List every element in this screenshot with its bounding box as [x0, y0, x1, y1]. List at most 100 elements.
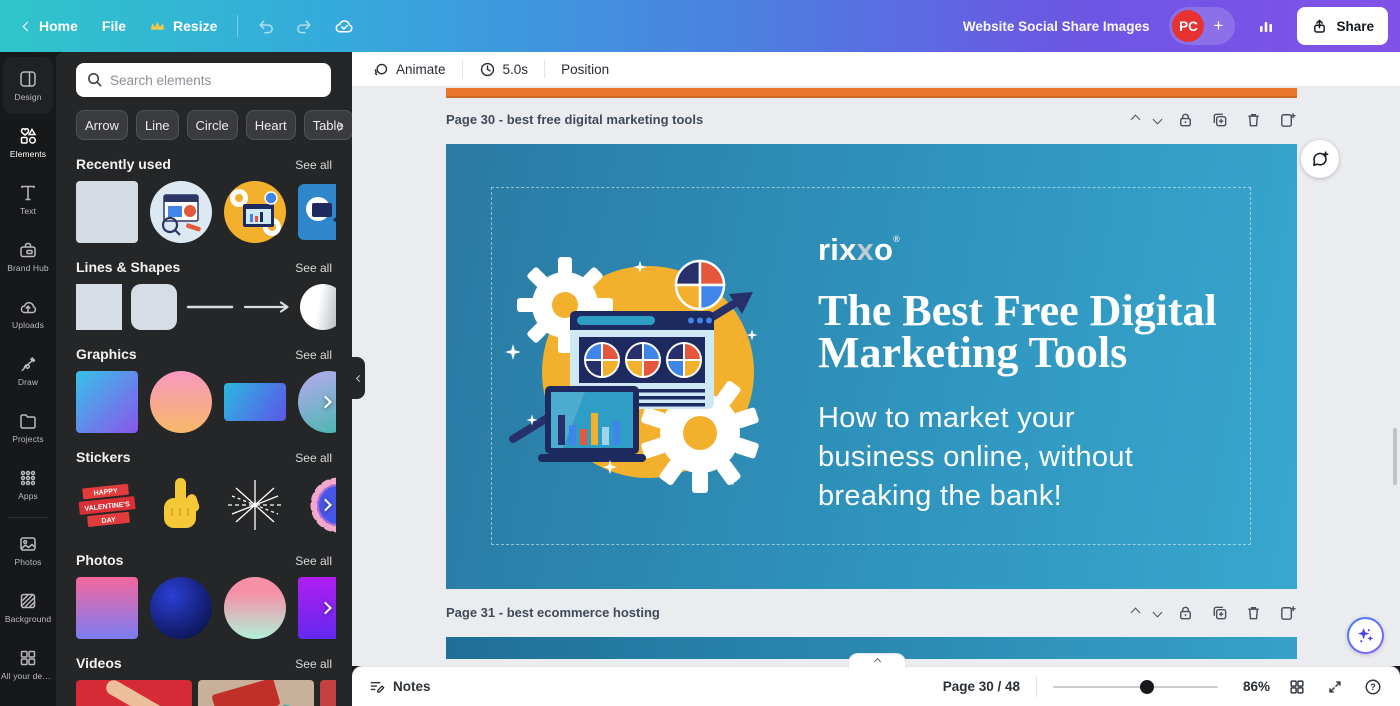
magic-assistant-button[interactable] [1347, 617, 1384, 654]
home-button[interactable]: Home [12, 10, 90, 42]
sidebar-item-all-designs[interactable]: All your desi... [0, 636, 56, 693]
sidebar-item-background[interactable]: Background [0, 579, 56, 636]
sidebar-item-text[interactable]: Text [0, 171, 56, 228]
grid-view-button[interactable] [1286, 676, 1308, 698]
resize-button[interactable]: Resize [138, 10, 229, 42]
cloud-save-button[interactable] [324, 8, 365, 45]
design-subtitle[interactable]: How to market yourbusiness online, witho… [818, 399, 1217, 516]
see-all-link[interactable]: See all [295, 261, 332, 275]
row-next-button[interactable] [321, 498, 330, 513]
sidebar-item-elements[interactable]: Elements [0, 114, 56, 171]
animate-button[interactable]: Animate [362, 55, 456, 84]
delete-page-button[interactable] [1244, 603, 1263, 622]
photo-gradient-square[interactable] [76, 577, 138, 639]
panel-collapse-button[interactable] [352, 357, 365, 399]
see-all-link[interactable]: See all [295, 451, 332, 465]
page31-title[interactable]: Page 31 - best ecommerce hosting [446, 605, 660, 620]
zoom-slider-thumb[interactable] [1140, 680, 1154, 694]
see-all-link[interactable]: See all [295, 158, 332, 172]
help-button[interactable]: ? [1362, 676, 1384, 698]
chip-heart[interactable]: Heart [246, 110, 296, 140]
duplicate-page-button[interactable] [1210, 110, 1229, 129]
move-page-up-button[interactable] [1132, 609, 1139, 616]
graphic-gradient-square[interactable] [76, 371, 138, 433]
move-page-up-button[interactable] [1132, 116, 1139, 123]
shape-circle[interactable] [300, 284, 336, 330]
video-thumb-red[interactable] [320, 680, 336, 706]
chip-line[interactable]: Line [136, 110, 179, 140]
undo-button[interactable] [246, 9, 285, 44]
chevron-right-icon [319, 396, 332, 409]
see-all-link[interactable]: See all [295, 348, 332, 362]
recent-thumb-gray-square[interactable] [76, 181, 138, 243]
design-text-block[interactable]: rixxo® The Best Free DigitalMarketing To… [818, 232, 1217, 516]
recent-thumb-blue-graphic[interactable] [298, 181, 336, 243]
recent-thumb-marketing-illustration[interactable] [224, 181, 286, 243]
share-button[interactable]: Share [1297, 7, 1388, 45]
see-all-link[interactable]: See all [295, 554, 332, 568]
shape-line[interactable] [186, 284, 234, 330]
sidebar-item-brand-hub[interactable]: Brand Hub [0, 228, 56, 285]
collapse-statusbar-button[interactable] [848, 653, 906, 668]
chip-table[interactable]: Table [304, 110, 352, 140]
see-all-link[interactable]: See all [295, 657, 332, 671]
rixxo-logo[interactable]: rixxo® [818, 232, 1217, 268]
sticker-starburst[interactable] [224, 474, 286, 536]
recent-thumb-seo-illustration[interactable] [150, 181, 212, 243]
position-button[interactable]: Position [551, 56, 619, 83]
move-page-down-button[interactable] [1154, 609, 1161, 616]
add-page-button[interactable] [1278, 603, 1297, 622]
lock-page-button[interactable] [1176, 603, 1195, 622]
canvas-area[interactable]: Page 30 - best free digital marketing to… [352, 87, 1400, 666]
document-title[interactable]: Website Social Share Images [963, 19, 1150, 34]
chips-next-button[interactable] [335, 118, 342, 133]
add-comment-button[interactable] [1301, 140, 1339, 178]
sidebar-item-apps[interactable]: Apps [0, 456, 56, 513]
duplicate-page-button[interactable] [1210, 603, 1229, 622]
photo-gradient-circle[interactable] [224, 577, 286, 639]
page29-bottom-edge[interactable] [446, 88, 1297, 98]
graphic-gradient-circle[interactable] [150, 371, 212, 433]
duration-button[interactable]: 5.0s [469, 55, 539, 84]
sidebar-item-uploads[interactable]: Uploads [0, 285, 56, 342]
row-next-button[interactable] [321, 395, 330, 410]
fullscreen-button[interactable] [1324, 676, 1346, 698]
sticker-pointing-hand[interactable] [150, 474, 212, 536]
zoom-slider-track[interactable] [1053, 686, 1218, 688]
photo-navy-sphere[interactable] [150, 577, 212, 639]
shape-rounded-square[interactable] [131, 284, 177, 330]
marketing-illustration[interactable] [505, 255, 770, 495]
shape-square[interactable] [76, 284, 122, 330]
add-member-button[interactable]: + [1204, 10, 1232, 42]
lock-page-button[interactable] [1176, 110, 1195, 129]
canvas-scrollbar[interactable] [1393, 428, 1397, 485]
page30-title[interactable]: Page 30 - best free digital marketing to… [446, 112, 703, 127]
sidebar-item-projects[interactable]: Projects [0, 399, 56, 456]
shape-arrow[interactable] [243, 284, 291, 330]
add-page-button[interactable] [1278, 110, 1297, 129]
sidebar-item-draw[interactable]: Draw [0, 342, 56, 399]
notes-button[interactable]: Notes [368, 678, 431, 695]
elements-icon [18, 126, 38, 146]
row-next-button[interactable] [321, 601, 330, 616]
delete-page-button[interactable] [1244, 110, 1263, 129]
video-thumb-rug[interactable] [198, 680, 314, 706]
design-title[interactable]: The Best Free DigitalMarketing Tools [818, 290, 1217, 374]
redo-button[interactable] [285, 9, 324, 44]
sticker-valentines-banner[interactable]: HAPPY VALENTINE'S DAY [76, 474, 138, 536]
page30-artboard[interactable]: rixxo® The Best Free DigitalMarketing To… [446, 144, 1297, 589]
insights-button[interactable] [1247, 9, 1285, 43]
chip-arrow[interactable]: Arrow [76, 110, 128, 140]
video-thumb-red-hand[interactable] [76, 680, 192, 706]
file-menu-button[interactable]: File [90, 10, 138, 42]
avatar[interactable]: PC [1172, 10, 1204, 42]
sidebar-item-photos[interactable]: Photos [0, 522, 56, 579]
graphic-gradient-rect[interactable] [224, 383, 286, 421]
chip-circle[interactable]: Circle [187, 110, 238, 140]
zoom-slider[interactable] [1053, 680, 1218, 694]
move-page-down-button[interactable] [1154, 116, 1161, 123]
sidebar-item-design[interactable]: Design [3, 57, 53, 114]
page-indicator[interactable]: Page 30 / 48 [943, 679, 1020, 694]
search-input[interactable] [76, 63, 331, 97]
zoom-level[interactable]: 86% [1234, 679, 1270, 694]
